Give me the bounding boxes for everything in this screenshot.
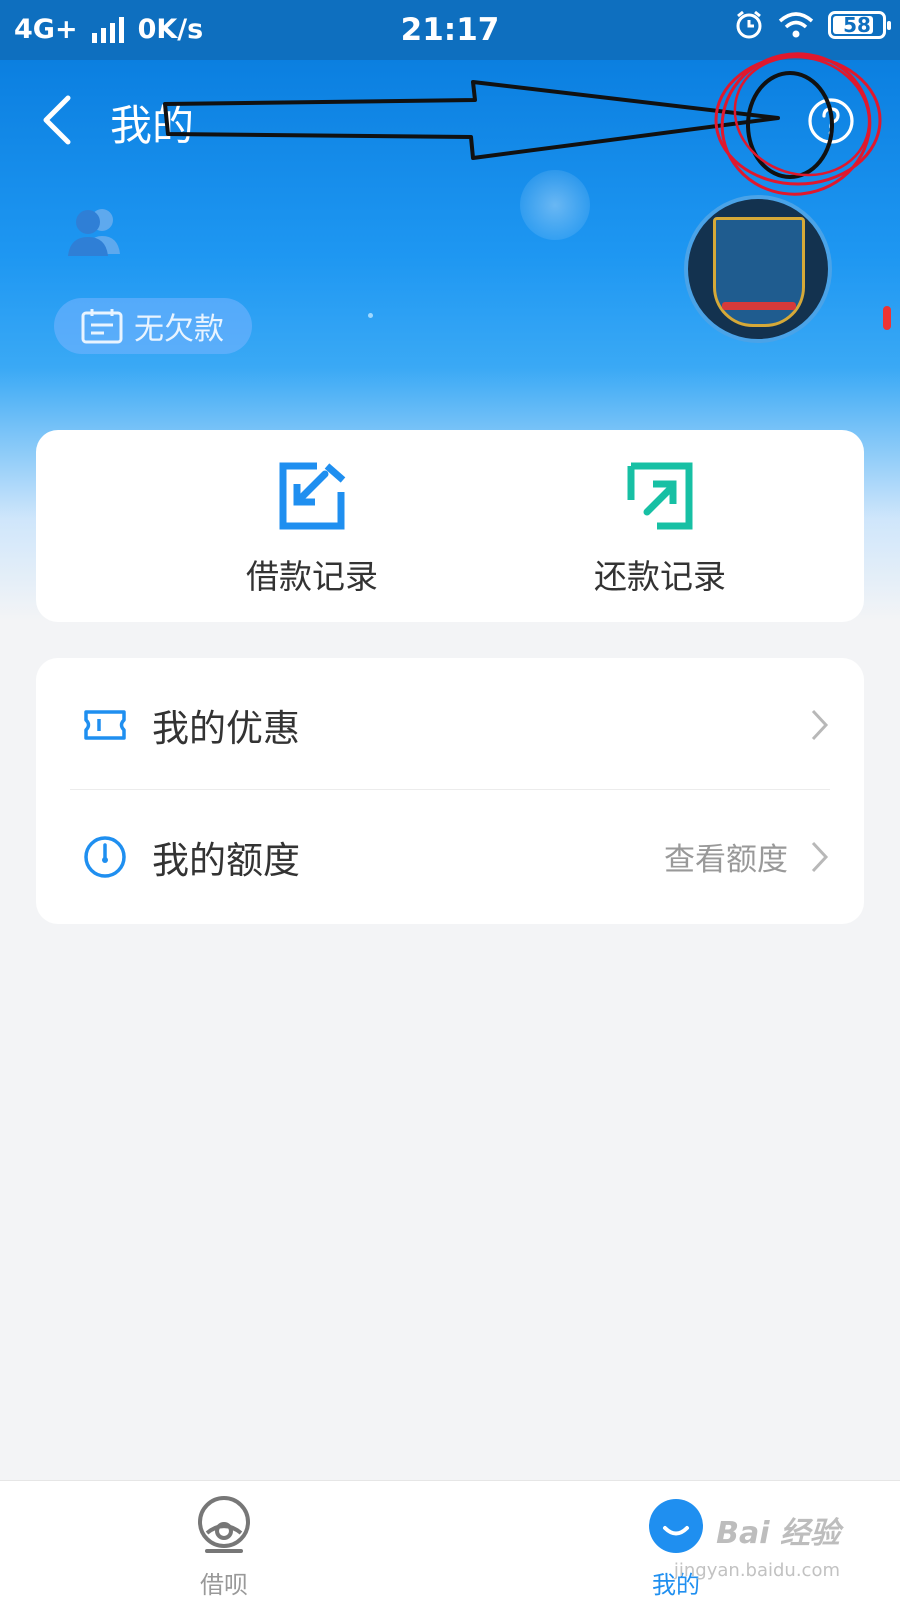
mine-smile-icon <box>649 1499 703 1553</box>
battery-indicator: 58 <box>828 11 891 39</box>
tab-jiebei-label: 借呗 <box>200 1571 248 1599</box>
watermark-url: jingyan.baidu.com <box>673 1560 840 1581</box>
promo-thumbnail[interactable] <box>684 195 832 343</box>
status-right: 58 <box>734 10 891 40</box>
quota-label: 我的额度 <box>152 839 300 882</box>
coupons-label: 我的优惠 <box>152 707 300 750</box>
menu-item-quota[interactable]: 我的额度 查看额度 <box>36 790 864 922</box>
promo-screen-graphic <box>713 217 805 327</box>
decorative-dot <box>368 313 373 318</box>
jiebei-shell-icon <box>198 1496 250 1553</box>
repay-records-button[interactable]: 还款记录 <box>510 460 810 598</box>
background-glow <box>520 170 590 240</box>
debt-status-badge[interactable]: 无欠款 <box>54 298 252 354</box>
records-card: 借款记录 还款记录 <box>36 430 864 622</box>
repay-record-icon <box>627 462 693 530</box>
promo-screen-bar <box>722 302 796 310</box>
debt-status-label: 无欠款 <box>134 312 224 347</box>
borrow-records-button[interactable]: 借款记录 <box>162 460 462 598</box>
wifi-icon <box>778 12 814 38</box>
coupon-icon <box>84 710 126 740</box>
edge-indicator <box>883 306 891 330</box>
battery-level: 58 <box>843 13 871 37</box>
alarm-icon <box>736 10 762 39</box>
back-arrow-icon[interactable] <box>36 94 80 146</box>
borrow-record-icon <box>279 462 346 530</box>
page-title: 我的 <box>110 101 195 150</box>
bill-icon <box>81 309 123 344</box>
chevron-right-icon <box>811 709 829 741</box>
menu-card: 我的优惠 我的额度 查看额度 <box>36 658 864 924</box>
help-icon[interactable] <box>806 96 856 146</box>
quota-hint[interactable]: 查看额度 <box>664 834 788 879</box>
menu-item-coupons[interactable]: 我的优惠 <box>36 658 864 790</box>
tab-jiebei[interactable]: 借呗 <box>164 1495 284 1600</box>
gauge-icon <box>84 836 126 878</box>
watermark-brand: Bai 经验 <box>716 1516 840 1551</box>
status-bar: 4G+ 0K/s 21:17 58 <box>0 0 900 60</box>
user-avatar-icon[interactable] <box>66 206 122 256</box>
repay-records-label: 还款记录 <box>594 557 726 596</box>
chevron-right-icon <box>811 841 829 873</box>
borrow-records-label: 借款记录 <box>246 557 378 596</box>
